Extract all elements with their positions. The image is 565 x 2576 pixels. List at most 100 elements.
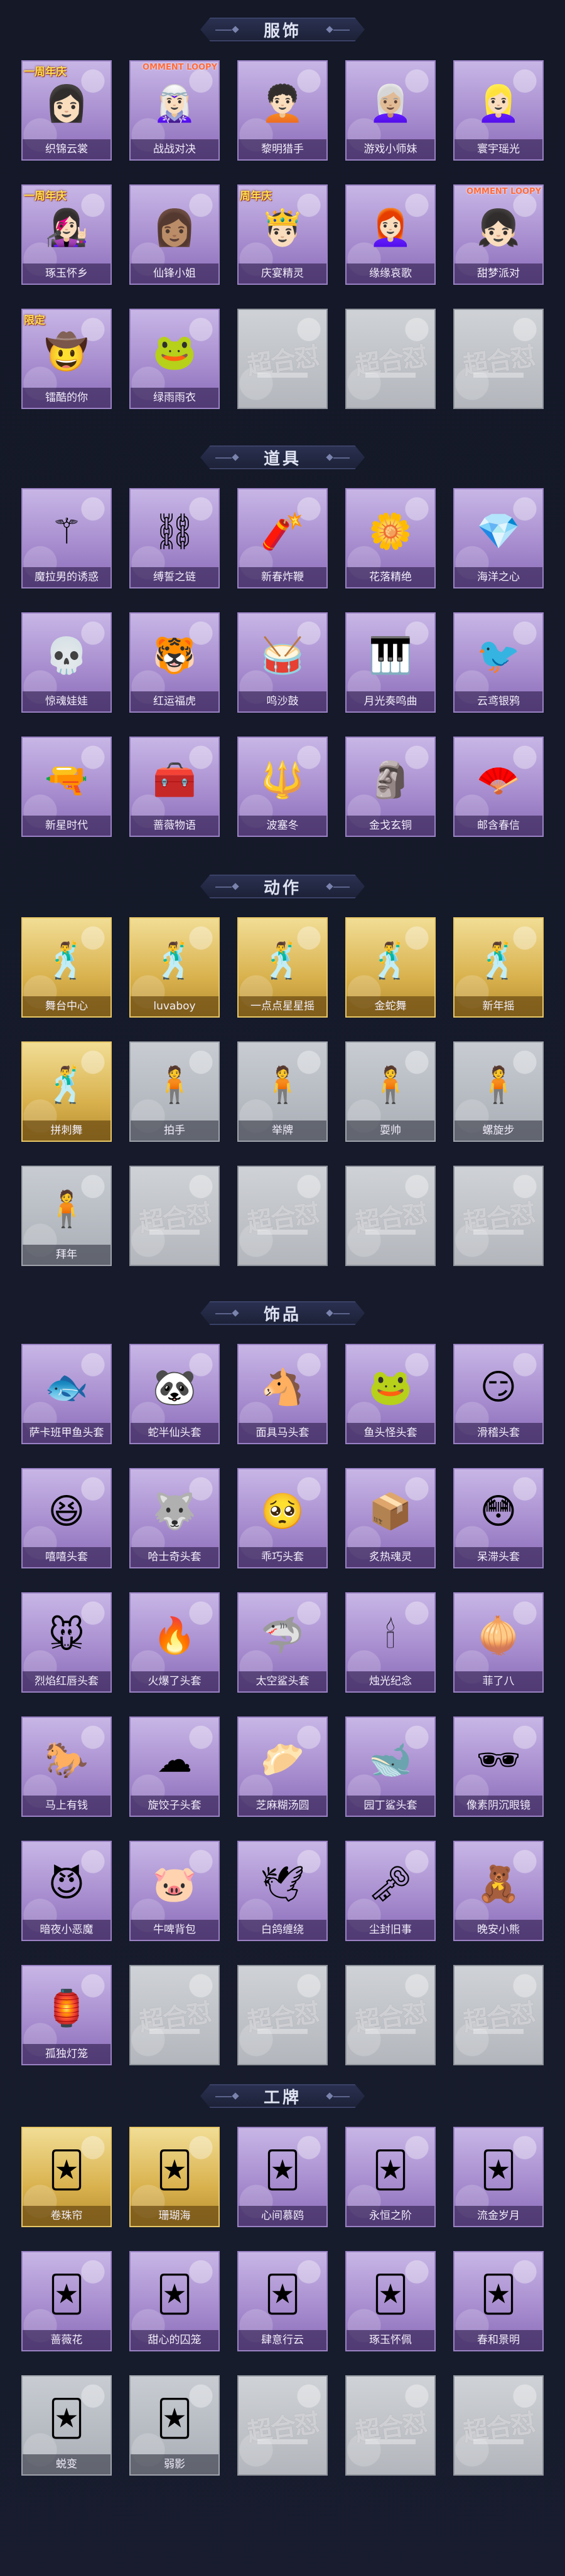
item-card[interactable]: 🐋 园丁鲨头套 [345, 1716, 436, 1817]
pose-icon: 🧍 [45, 1189, 89, 1230]
item-card[interactable]: 🗝 尘封旧事 [345, 1841, 436, 1941]
item-card[interactable]: 🧍 举牌 [237, 1041, 328, 1142]
item-card[interactable]: 😈 暗夜小恶魔 [21, 1841, 112, 1941]
item-card[interactable]: 🧅 菲了八 [453, 1592, 544, 1693]
item-card[interactable]: 🤠 限定 镭酷的你 [21, 309, 112, 409]
fire-icon: 🔥 [153, 1615, 196, 1656]
item-card[interactable]: ⚚ 魔拉男的诱惑 [21, 488, 112, 588]
item-label: 园丁鲨头套 [347, 1796, 434, 1816]
item-card[interactable]: 🕺 新年摇 [453, 917, 544, 1018]
item-card[interactable]: 🕊 白鸽缠绕 [237, 1841, 328, 1941]
item-card[interactable]: 🔱 波塞冬 [237, 737, 328, 837]
item-label: 螺旋步 [455, 1120, 542, 1141]
item-card[interactable]: 🔫 新星时代 [21, 737, 112, 837]
item-label: 黎明猎手 [239, 139, 326, 159]
item-card[interactable]: 🃏 卷珠帘 [21, 2127, 112, 2227]
item-card[interactable]: 🐼 蛇半仙头套 [129, 1344, 220, 1444]
item-card[interactable]: 🐸 鱼头怪头套 [345, 1344, 436, 1444]
item-card[interactable]: 🐴 面具马头套 [237, 1344, 328, 1444]
section-clothing: 服饰 👩🏻 一周年庆 织锦云裳 🧝🏻‍♀️ OMMENT LOOPY 战战对决 🧑🏻‍🦱 黎明猎… [0, 14, 565, 409]
item-label: 仙锋小姐 [131, 263, 218, 284]
box-head-icon: 📦 [369, 1491, 412, 1532]
item-label: 一点点星星摇 [239, 996, 326, 1016]
item-label: 心间慕鸥 [239, 2206, 326, 2226]
item-card[interactable]: 🐷 牛啤背包 [129, 1841, 220, 1941]
item-card[interactable]: 🪭 邮含春信 [453, 737, 544, 837]
item-card[interactable]: 🥁 鸣沙鼓 [237, 612, 328, 713]
item-card[interactable]: 🧨 新春炸鞭 [237, 488, 328, 588]
item-card[interactable]: 🧝🏻‍♀️ OMMENT LOOPY 战战对决 [129, 60, 220, 161]
item-card[interactable]: 🐯 红运福虎 [129, 612, 220, 713]
item-card[interactable]: 🏮 孤独灯笼 [21, 1965, 112, 2065]
item-label: 甜梦派对 [455, 263, 542, 284]
item-card[interactable]: 🃏 弱影 [129, 2375, 220, 2476]
item-card[interactable]: 🃏 流金岁月 [453, 2127, 544, 2227]
item-card[interactable]: 💎 海洋之心 [453, 488, 544, 588]
item-card[interactable]: 🐺 哈士奇头套 [129, 1468, 220, 1568]
item-card[interactable]: 🧰 蔷薇物语 [129, 737, 220, 837]
item-card[interactable]: 👩🏼‍🦳 游戏小师妹 [345, 60, 436, 161]
item-card[interactable]: 👩🏻‍🎤 一周年庆 琢玉怀乡 [21, 184, 112, 285]
item-card[interactable]: 🧍 拜年 [21, 1166, 112, 1266]
item-card[interactable]: 🗿 金戈玄铜 [345, 737, 436, 837]
item-card[interactable]: 🧍 耍帅 [345, 1041, 436, 1142]
item-card[interactable]: 🐦 云鸢银鸦 [453, 612, 544, 713]
item-card[interactable]: 👩🏻‍🦰 缘缘哀歌 [345, 184, 436, 285]
item-card[interactable]: 🃏 肆意行云 [237, 2251, 328, 2351]
item-card[interactable]: 🎹 月光奏鸣曲 [345, 612, 436, 713]
item-card[interactable]: 🃏 蜕变 [21, 2375, 112, 2476]
hat-girl-icon: 🤠 [45, 332, 89, 373]
item-card[interactable]: 🃏 琢玉怀佩 [345, 2251, 436, 2351]
section-props: 道具 ⚚ 魔拉男的诱惑 ⛓ 缚誓之链 🧨 新春炸鞭 🌼 花落精绝 💎 海洋之心 💀 惊魂娃娃 🐯 红运福虎 🥁… [0, 442, 565, 837]
item-card[interactable]: 🐟 萨卡班甲鱼头套 [21, 1344, 112, 1444]
item-card[interactable]: 🕯 烛光纪念 [345, 1592, 436, 1693]
item-label: 月光奏鸣曲 [347, 691, 434, 711]
item-card[interactable]: 🐸 绿雨雨衣 [129, 309, 220, 409]
item-card[interactable]: 🃏 甜心的囚笼 [129, 2251, 220, 2351]
item-card[interactable]: 👧🏻 OMMENT LOOPY 甜梦派对 [453, 184, 544, 285]
item-card[interactable]: 🤴🏻 周年庆 庆宴精灵 [237, 184, 328, 285]
item-label: 甜心的囚笼 [131, 2330, 218, 2350]
item-card[interactable]: 🃏 永恒之阶 [345, 2127, 436, 2227]
item-card[interactable]: 🥺 乖巧头套 [237, 1468, 328, 1568]
party-boy-icon: 🤴🏻 [261, 208, 304, 248]
item-card[interactable]: ☁ 旋饺子头套 [129, 1716, 220, 1817]
bronze-idol-icon: 🗿 [369, 760, 412, 801]
item-card[interactable]: 📦 炙热魂灵 [345, 1468, 436, 1568]
item-card[interactable]: 🃏 珊瑚海 [129, 2127, 220, 2227]
item-card[interactable]: 🔥 火爆了头套 [129, 1592, 220, 1693]
item-card[interactable]: ⛓ 缚誓之链 [129, 488, 220, 588]
item-card[interactable]: 🃏 春和景明 [453, 2251, 544, 2351]
item-card[interactable]: 🐭 烈焰红唇头套 [21, 1592, 112, 1693]
item-card[interactable]: 🌼 花落精绝 [345, 488, 436, 588]
item-card[interactable]: 🕺 拼刺舞 [21, 1041, 112, 1142]
item-card[interactable]: 🧸 晚安小熊 [453, 1841, 544, 1941]
item-card[interactable]: 🧍 拍手 [129, 1041, 220, 1142]
item-card[interactable]: 👩🏽 仙锋小姐 [129, 184, 220, 285]
item-card[interactable]: 👩🏻 一周年庆 织锦云裳 [21, 60, 112, 161]
item-grid: 🕺 舞台中心 🕺 luvaboy 🕺 一点点星星摇 🕺 金蛇舞 🕺 新年摇 🕺 拼刺舞 🧍 拍手 🧍 举牌 🧍 耍… [21, 917, 544, 1266]
item-card[interactable]: 😳 呆滞头套 [453, 1468, 544, 1568]
item-badge: 一周年庆 [24, 66, 67, 78]
item-card[interactable]: 🦈 太空鲨头套 [237, 1592, 328, 1693]
item-card[interactable]: 🕺 luvaboy [129, 917, 220, 1018]
item-card[interactable]: 💀 惊魂娃娃 [21, 612, 112, 713]
item-card[interactable]: 🐎 马上有钱 [21, 1716, 112, 1817]
item-card[interactable]: 👱🏻‍♀️ 寰宇瑶光 [453, 60, 544, 161]
item-card[interactable]: 🥟 芝麻糊汤圆 [237, 1716, 328, 1817]
item-card[interactable]: 🧍 螺旋步 [453, 1041, 544, 1142]
item-label: 暗夜小恶魔 [23, 1920, 110, 1940]
item-card[interactable]: 🃏 蔷薇花 [21, 2251, 112, 2351]
item-card[interactable]: 🕶 像素阴沉眼镜 [453, 1716, 544, 1817]
item-label: 金戈玄铜 [347, 816, 434, 836]
item-label: 邮含春信 [455, 816, 542, 836]
item-label: 白鸽缠绕 [239, 1920, 326, 1940]
item-card[interactable]: 😏 滑稽头套 [453, 1344, 544, 1444]
item-card[interactable]: 🕺 金蛇舞 [345, 917, 436, 1018]
item-card[interactable]: 🧑🏻‍🦱 黎明猎手 [237, 60, 328, 161]
item-card[interactable]: 🕺 一点点星星摇 [237, 917, 328, 1018]
item-label: 新年摇 [455, 996, 542, 1016]
item-card[interactable]: 🕺 舞台中心 [21, 917, 112, 1018]
item-card[interactable]: 😆 嘻嘻头套 [21, 1468, 112, 1568]
item-card[interactable]: 🃏 心间慕鸥 [237, 2127, 328, 2227]
